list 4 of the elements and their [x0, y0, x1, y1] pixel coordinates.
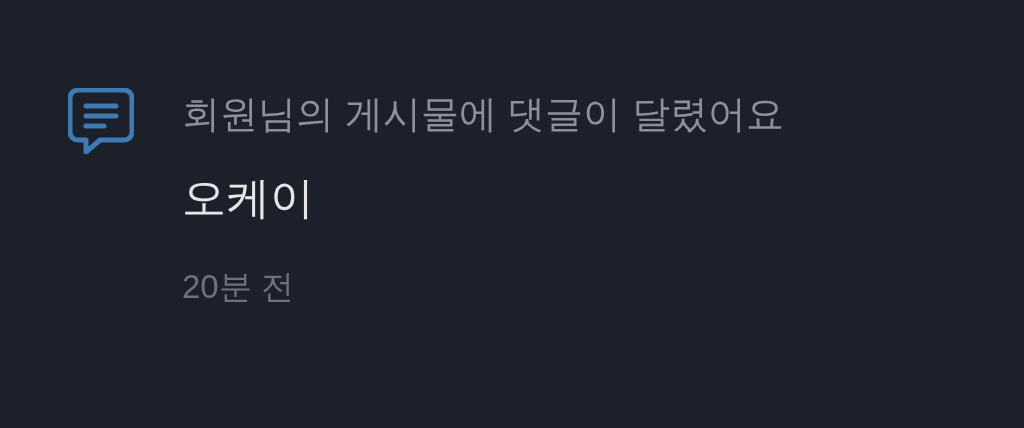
comment-text: 오케이 [182, 172, 314, 224]
notification-title: 회원님의 게시물에 댓글이 달렸어요 [182, 92, 784, 137]
comment-icon [68, 88, 134, 154]
timestamp: 20분 전 [182, 267, 294, 307]
